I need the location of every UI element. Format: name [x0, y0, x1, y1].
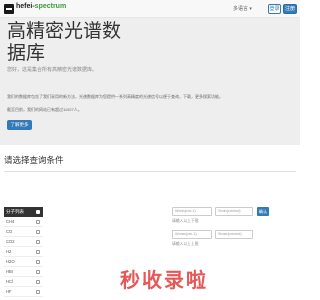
- molecule-checkbox[interactable]: [36, 290, 40, 294]
- molecule-checkbox[interactable]: [36, 230, 40, 234]
- molecule-name: H2O: [6, 259, 15, 264]
- molecule-name: CO2: [6, 239, 15, 244]
- select-all-checkbox[interactable]: [36, 210, 40, 214]
- section-divider: [4, 171, 296, 172]
- lower-limit-hint: 请输入以上下限: [172, 219, 199, 223]
- login-button[interactable]: 登录: [268, 4, 281, 14]
- molecule-name: CO: [6, 229, 13, 234]
- brand-name[interactable]: hefei-spectrum: [16, 3, 66, 10]
- page-title: 高精密光谱数据库: [7, 21, 122, 64]
- molecule-checkbox[interactable]: [36, 250, 40, 254]
- brand-name-part1: hefei-: [16, 3, 35, 10]
- list-item[interactable]: CH4: [4, 217, 43, 227]
- molecule-name: HF: [6, 289, 12, 294]
- list-item[interactable]: CO2: [4, 237, 43, 247]
- learn-more-button[interactable]: 了解更多: [7, 120, 32, 130]
- list-item[interactable]: H2O: [4, 257, 43, 267]
- query-section-title: 请选择查询条件: [4, 155, 64, 165]
- list-item[interactable]: HCl: [4, 277, 43, 287]
- brand-name-part2: spectrum: [34, 3, 67, 10]
- list-item[interactable]: H2: [4, 247, 43, 257]
- molecule-checkbox[interactable]: [36, 270, 40, 274]
- watermark: 秒收录啦: [120, 270, 208, 292]
- register-button[interactable]: 注册: [283, 4, 297, 14]
- molecule-list-header-label: 分子列表: [6, 209, 24, 214]
- molecule-checkbox[interactable]: [36, 240, 40, 244]
- logo-icon[interactable]: [4, 4, 14, 14]
- top-navbar: hefei-spectrum 多语言 ▾ 登录 注册: [0, 0, 300, 18]
- list-item[interactable]: HBr: [4, 267, 43, 277]
- molecule-checkbox[interactable]: [36, 260, 40, 264]
- upper-limit-hint: 请输入以上上限: [172, 242, 199, 246]
- language-dropdown[interactable]: 多语言 ▾: [233, 5, 252, 12]
- molecule-name: CH4: [6, 219, 15, 224]
- hero-subtitle: 您好，这是集合所有高精密光谱数据库。: [7, 67, 98, 73]
- hero-description: 我们的数据库包含了我们采用的新方法，光谱数据库为您提供一系列高精度的光谱信号以便…: [7, 94, 223, 99]
- wavenumber-max-input[interactable]: Wmax(cm-1): [172, 230, 212, 239]
- wavenumber-min-input[interactable]: Wmin(cm-1): [172, 207, 212, 216]
- intensity-max-input[interactable]: Smax(cm/md): [215, 230, 253, 239]
- query-button[interactable]: 确认: [257, 207, 269, 216]
- molecule-name: HCl: [6, 279, 13, 284]
- molecule-list: 分子列表 CH4 CO CO2 H2 H2O HBr HCl HF: [4, 207, 43, 297]
- list-item[interactable]: CO: [4, 227, 43, 237]
- molecule-name: H2: [6, 249, 12, 254]
- molecule-checkbox[interactable]: [36, 220, 40, 224]
- list-item[interactable]: HF: [4, 287, 43, 297]
- molecule-name: HBr: [6, 269, 14, 274]
- intensity-min-input[interactable]: Smin(cm/md): [215, 207, 253, 216]
- hero-stats: 截至目前，我们的网站已有超过11927人。: [7, 107, 82, 112]
- molecule-list-header: 分子列表: [4, 207, 43, 217]
- molecule-checkbox[interactable]: [36, 280, 40, 284]
